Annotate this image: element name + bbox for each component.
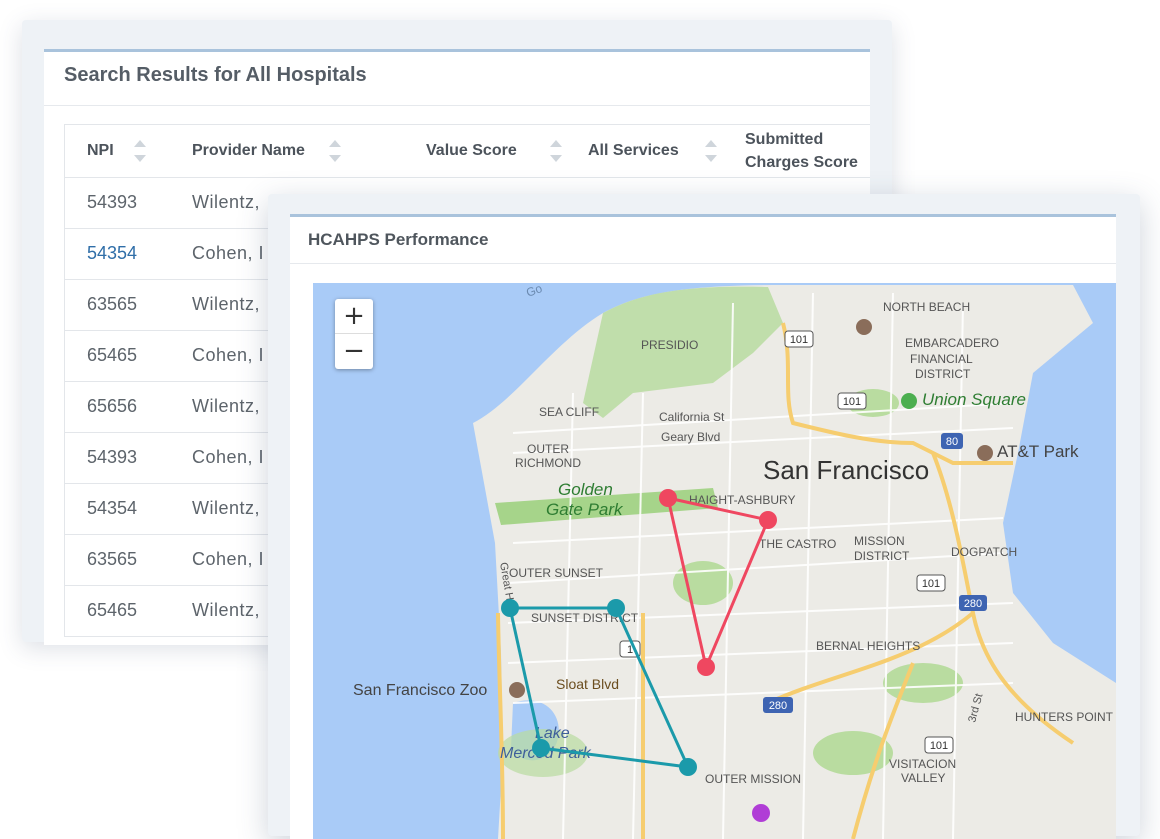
map-label: OUTER: [527, 442, 569, 456]
svg-text:280: 280: [964, 598, 982, 610]
map-label: BERNAL HEIGHTS: [816, 639, 920, 653]
map-label: AT&T Park: [997, 442, 1079, 461]
npi-cell: 63565: [87, 549, 138, 569]
map-label: Union Square: [922, 390, 1026, 409]
route-marker[interactable]: [697, 658, 715, 676]
route-marker[interactable]: [607, 599, 625, 617]
route-marker[interactable]: [752, 804, 770, 822]
npi-cell: 65465: [87, 600, 138, 620]
npi-cell: 54393: [87, 192, 138, 212]
provider-cell: Wilentz,: [192, 396, 261, 416]
map-label: FINANCIAL: [910, 352, 973, 366]
map-canvas[interactable]: 101 101 80 101 280 280 101 1 NORTH BEACH…: [313, 283, 1116, 839]
park-area: [883, 663, 963, 703]
provider-cell: Wilentz,: [192, 498, 261, 518]
map-label: MISSION: [854, 534, 905, 548]
map-label: Gate Park: [546, 500, 624, 519]
route-marker[interactable]: [679, 758, 697, 776]
npi-link[interactable]: 54354: [87, 243, 137, 264]
column-label: Submitted: [745, 131, 824, 148]
zoo-paw-icon[interactable]: [509, 682, 525, 698]
svg-text:101: 101: [790, 334, 808, 346]
map-label: San Francisco Zoo: [353, 682, 487, 699]
title-divider: [290, 263, 1116, 264]
route-marker[interactable]: [501, 599, 519, 617]
hcahps-panel: HCAHPS Performance 101 101 80 101 280 28…: [290, 214, 1116, 839]
map-label: NORTH BEACH: [883, 300, 970, 314]
provider-cell: Cohen, I: [192, 243, 265, 263]
map-label: OUTER SUNSET: [509, 566, 604, 580]
sort-icon[interactable]: [329, 140, 341, 162]
svg-text:101: 101: [930, 740, 948, 752]
column-label: Provider Name: [192, 142, 305, 159]
hcahps-title: HCAHPS Performance: [308, 230, 489, 249]
route-marker[interactable]: [532, 739, 550, 757]
search-results-title: Search Results for All Hospitals: [64, 64, 367, 86]
svg-text:80: 80: [946, 436, 958, 448]
npi-cell: 65656: [87, 396, 138, 416]
svg-text:280: 280: [769, 700, 787, 712]
npi-cell: 54354: [87, 498, 138, 518]
map-label: DISTRICT: [854, 549, 910, 563]
map-label: HUNTERS POINT: [1015, 710, 1114, 724]
map-label: EMBARCADERO: [905, 336, 999, 350]
map-label: DISTRICT: [915, 367, 971, 381]
provider-cell: Wilentz,: [192, 192, 261, 212]
provider-cell: Cohen, I: [192, 345, 265, 365]
column-label: All Services: [588, 142, 679, 159]
column-value-score[interactable]: Value Score: [426, 125, 562, 177]
map-label: PRESIDIO: [641, 338, 698, 352]
sort-icon[interactable]: [134, 140, 146, 162]
camera-icon[interactable]: [856, 319, 872, 335]
city-label: San Francisco: [763, 455, 929, 485]
column-npi[interactable]: NPI: [87, 125, 146, 177]
provider-cell: Cohen, I: [192, 549, 265, 569]
sort-icon[interactable]: [705, 140, 717, 162]
map-view[interactable]: 101 101 80 101 280 280 101 1 NORTH BEACH…: [313, 283, 1116, 839]
map-label: DOGPATCH: [951, 545, 1017, 559]
npi-cell: 54393: [87, 447, 138, 467]
stadium-icon[interactable]: [977, 445, 993, 461]
svg-text:101: 101: [843, 396, 861, 408]
map-label: Geary Blvd: [661, 430, 720, 444]
column-label: Value Score: [426, 142, 517, 159]
column-label: Charges Score: [745, 154, 858, 171]
zoom-control: + −: [335, 299, 373, 369]
map-label: VALLEY: [901, 771, 945, 785]
map-label: Golden: [558, 480, 613, 499]
zoom-in-button[interactable]: +: [335, 299, 373, 333]
sort-icon[interactable]: [550, 140, 562, 162]
map-label: VISITACION: [889, 757, 956, 771]
provider-cell: Wilentz,: [192, 600, 261, 620]
column-label: NPI: [87, 142, 114, 159]
map-label: Sloat Blvd: [556, 676, 619, 692]
column-provider-name[interactable]: Provider Name: [192, 125, 341, 177]
park-area: [673, 561, 733, 605]
map-label: California St: [659, 410, 725, 424]
column-all-services[interactable]: All Services: [588, 125, 717, 177]
zoom-out-button[interactable]: −: [335, 333, 373, 368]
title-divider: [44, 105, 870, 106]
route-marker[interactable]: [659, 489, 677, 507]
map-label: OUTER MISSION: [705, 772, 801, 786]
provider-cell: Cohen, I: [192, 447, 265, 467]
npi-cell: 63565: [87, 294, 138, 314]
npi-cell: 65465: [87, 345, 138, 365]
svg-text:101: 101: [922, 578, 940, 590]
table-header: NPI Provider Name Value Score All Servic…: [65, 125, 870, 178]
map-label: SEA CLIFF: [539, 405, 599, 419]
route-marker[interactable]: [759, 511, 777, 529]
map-label: RICHMOND: [515, 456, 581, 470]
map-label: THE CASTRO: [759, 537, 836, 551]
provider-cell: Wilentz,: [192, 294, 261, 314]
tree-icon[interactable]: [901, 393, 917, 409]
column-submitted-charges-score[interactable]: Submitted Charges Score: [745, 125, 858, 177]
